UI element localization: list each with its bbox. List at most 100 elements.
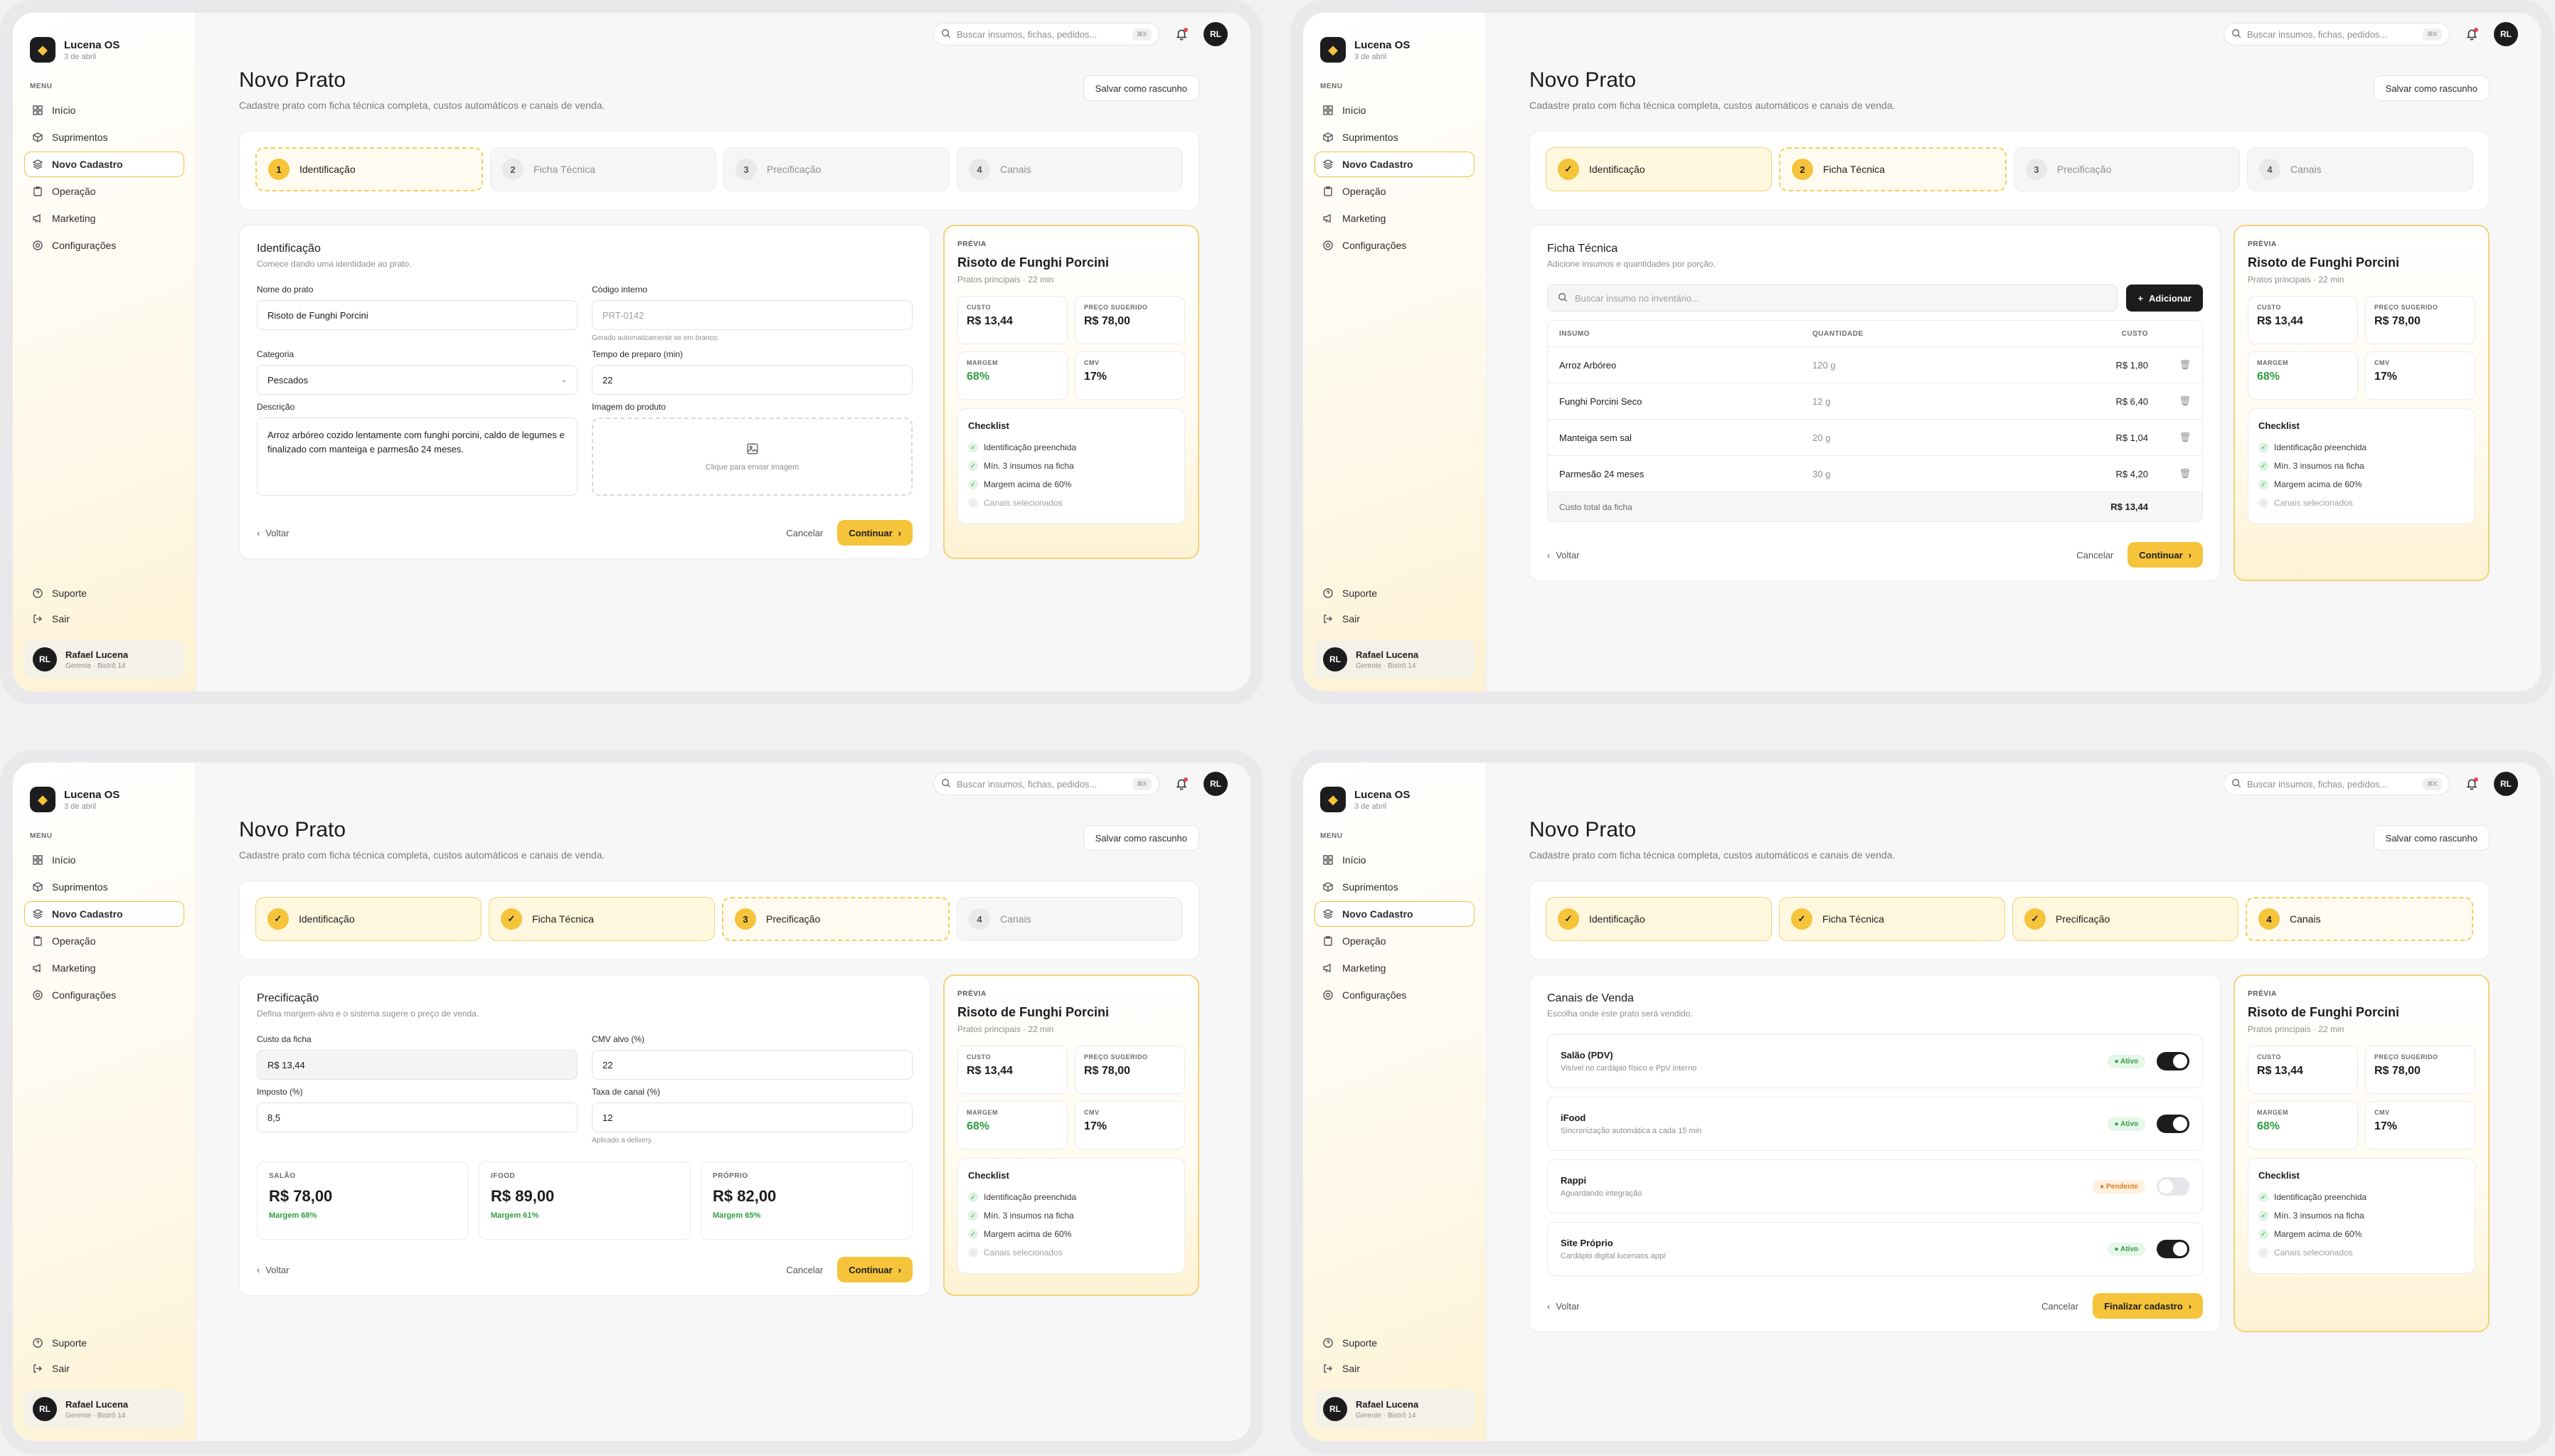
cancel-button[interactable]: Cancelar — [2041, 1301, 2078, 1312]
logout-link[interactable]: Sair — [1314, 606, 1475, 632]
brand[interactable]: ◆ Lucena OS 3 de abril — [1314, 37, 1475, 63]
add-ingredient-button[interactable]: + Adicionar — [2126, 285, 2203, 312]
avatar[interactable]: RL — [2494, 772, 2518, 796]
sidebar-item-marketing[interactable]: Marketing — [1314, 206, 1475, 231]
save-draft-button[interactable]: Salvar como rascunho — [2373, 825, 2490, 851]
bell-icon[interactable] — [1175, 777, 1188, 790]
step-ficha-tecnica[interactable]: 2 Ficha Técnica — [1779, 147, 2007, 191]
cancel-button[interactable]: Cancelar — [2076, 550, 2113, 560]
step-precificacao[interactable]: 3 Precificação — [722, 897, 950, 941]
channel-toggle[interactable] — [2157, 1240, 2189, 1258]
trash-icon[interactable]: 🗑 — [2148, 395, 2191, 407]
sidebar-item-operacao[interactable]: Operação — [24, 179, 184, 204]
brand[interactable]: ◆ Lucena OS 3 de abril — [24, 37, 184, 63]
cancel-button[interactable]: Cancelar — [786, 1265, 823, 1275]
sidebar-item-novo-cadastro[interactable]: Novo Cadastro — [1314, 901, 1475, 927]
user-card[interactable]: RL Rafael Lucena Gerente · Bistrô 14 — [24, 1390, 184, 1428]
sidebar-item-inicio[interactable]: Início — [24, 847, 184, 873]
logout-link[interactable]: Sair — [1314, 1356, 1475, 1381]
sidebar-item-configuracoes[interactable]: Configurações — [24, 982, 184, 1008]
back-button[interactable]: ‹ Voltar — [257, 528, 290, 538]
trash-icon[interactable]: 🗑 — [2148, 468, 2191, 479]
ingredient-search-input[interactable]: Buscar insumo no inventário... — [1547, 285, 2118, 312]
sidebar-item-inicio[interactable]: Início — [1314, 847, 1475, 873]
user-card[interactable]: RL Rafael Lucena Gerente · Bistrô 14 — [24, 640, 184, 679]
logout-link[interactable]: Sair — [24, 1356, 184, 1381]
finish-button[interactable]: Finalizar cadastro › — [2093, 1293, 2203, 1319]
trash-icon[interactable]: 🗑 — [2148, 432, 2191, 443]
sidebar-item-marketing[interactable]: Marketing — [24, 955, 184, 981]
search-input[interactable]: Buscar insumos, fichas, pedidos... ⌘K — [2224, 772, 2450, 795]
description-textarea[interactable]: Arroz arbóreo cozido lentamente com fung… — [257, 418, 578, 496]
search-input[interactable]: Buscar insumos, fichas, pedidos... ⌘K — [2224, 23, 2450, 46]
step-ficha-tecnica[interactable]: ✓ Ficha Técnica — [1779, 897, 2005, 941]
logout-link[interactable]: Sair — [24, 606, 184, 632]
sidebar-item-operacao[interactable]: Operação — [1314, 928, 1475, 954]
support-link[interactable]: Suporte — [1314, 580, 1475, 606]
bell-icon[interactable] — [1175, 28, 1188, 41]
brand[interactable]: ◆ Lucena OS 3 de abril — [1314, 787, 1475, 812]
dish-name-input[interactable]: Risoto de Funghi Porcini — [257, 300, 578, 330]
avatar[interactable]: RL — [1204, 772, 1228, 796]
cmv-target-input[interactable]: 22 — [592, 1050, 913, 1080]
cancel-button[interactable]: Cancelar — [786, 528, 823, 538]
step-precificacao[interactable]: ✓ Precificação — [2012, 897, 2238, 941]
sidebar-item-novo-cadastro[interactable]: Novo Cadastro — [24, 901, 184, 927]
channel-fee-input[interactable]: 12 — [592, 1102, 913, 1132]
step-canais[interactable]: 4 Canais — [2246, 897, 2473, 941]
brand[interactable]: ◆ Lucena OS 3 de abril — [24, 787, 184, 812]
step-precificacao[interactable]: 3 Precificação — [723, 147, 950, 191]
sidebar-item-configuracoes[interactable]: Configurações — [24, 233, 184, 258]
sidebar-item-marketing[interactable]: Marketing — [1314, 955, 1475, 981]
channel-toggle[interactable] — [2157, 1115, 2189, 1133]
sidebar-item-novo-cadastro[interactable]: Novo Cadastro — [1314, 152, 1475, 177]
sidebar-item-inicio[interactable]: Início — [24, 97, 184, 123]
save-draft-button[interactable]: Salvar como rascunho — [2373, 75, 2490, 101]
user-card[interactable]: RL Rafael Lucena Gerente · Bistrô 14 — [1314, 640, 1475, 679]
step-canais[interactable]: 4 Canais — [957, 147, 1183, 191]
avatar[interactable]: RL — [2494, 22, 2518, 46]
step-canais[interactable]: 4 Canais — [957, 897, 1183, 941]
user-card[interactable]: RL Rafael Lucena Gerente · Bistrô 14 — [1314, 1390, 1475, 1428]
sidebar-item-configuracoes[interactable]: Configurações — [1314, 982, 1475, 1008]
channel-toggle[interactable] — [2157, 1177, 2189, 1196]
sidebar-item-suprimentos[interactable]: Suprimentos — [1314, 124, 1475, 150]
step-ficha-tecnica[interactable]: ✓ Ficha Técnica — [489, 897, 715, 941]
save-draft-button[interactable]: Salvar como rascunho — [1083, 75, 1199, 101]
step-canais[interactable]: 4 Canais — [2247, 147, 2473, 191]
step-precificacao[interactable]: 3 Precificação — [2014, 147, 2240, 191]
back-button[interactable]: ‹ Voltar — [1547, 550, 1580, 560]
image-upload[interactable]: Clique para enviar imagem — [592, 418, 913, 496]
step-identificacao[interactable]: 1 Identificação — [255, 147, 483, 191]
back-button[interactable]: ‹ Voltar — [1547, 1301, 1580, 1312]
step-identificacao[interactable]: ✓ Identificação — [1546, 897, 1772, 941]
sidebar-item-inicio[interactable]: Início — [1314, 97, 1475, 123]
continue-button[interactable]: Continuar › — [2128, 542, 2203, 568]
avatar[interactable]: RL — [1204, 22, 1228, 46]
sidebar-item-suprimentos[interactable]: Suprimentos — [1314, 874, 1475, 900]
save-draft-button[interactable]: Salvar como rascunho — [1083, 825, 1199, 851]
step-identificacao[interactable]: ✓ Identificação — [255, 897, 482, 941]
support-link[interactable]: Suporte — [24, 580, 184, 606]
prep-time-input[interactable]: 22 — [592, 365, 913, 395]
sidebar-item-operacao[interactable]: Operação — [24, 928, 184, 954]
trash-icon[interactable]: 🗑 — [2148, 359, 2191, 371]
tax-input[interactable]: 8,5 — [257, 1102, 578, 1132]
back-button[interactable]: ‹ Voltar — [257, 1265, 290, 1275]
bell-icon[interactable] — [2465, 28, 2478, 41]
bell-icon[interactable] — [2465, 777, 2478, 790]
search-input[interactable]: Buscar insumos, fichas, pedidos... ⌘K — [933, 23, 1159, 46]
continue-button[interactable]: Continuar › — [837, 1257, 913, 1282]
sidebar-item-suprimentos[interactable]: Suprimentos — [24, 874, 184, 900]
continue-button[interactable]: Continuar › — [837, 520, 913, 546]
sidebar-item-operacao[interactable]: Operação — [1314, 179, 1475, 204]
sidebar-item-configuracoes[interactable]: Configurações — [1314, 233, 1475, 258]
channel-toggle[interactable] — [2157, 1052, 2189, 1070]
sidebar-item-marketing[interactable]: Marketing — [24, 206, 184, 231]
step-identificacao[interactable]: ✓ Identificação — [1546, 147, 1772, 191]
support-link[interactable]: Suporte — [1314, 1330, 1475, 1356]
category-select[interactable]: Pescados ⌄ — [257, 365, 578, 395]
internal-code-input[interactable]: PRT-0142 — [592, 300, 913, 330]
search-input[interactable]: Buscar insumos, fichas, pedidos... ⌘K — [933, 772, 1159, 795]
support-link[interactable]: Suporte — [24, 1330, 184, 1356]
